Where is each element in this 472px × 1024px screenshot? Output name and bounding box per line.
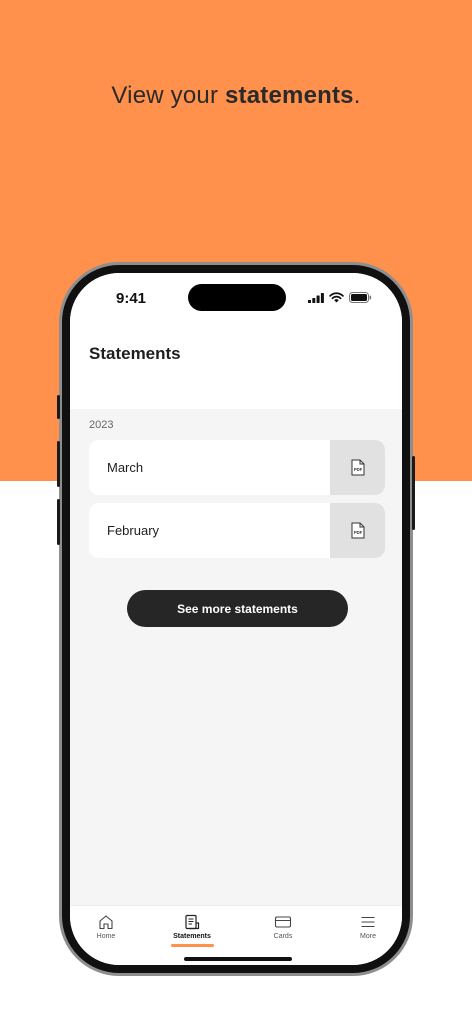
tab-cards[interactable]: Cards bbox=[253, 914, 313, 950]
headline-emphasis: statements bbox=[225, 82, 354, 109]
home-indicator[interactable] bbox=[184, 957, 292, 961]
wifi-icon bbox=[329, 292, 344, 303]
statement-item-february[interactable]: February PDF bbox=[89, 503, 385, 558]
phone-volume-down-button bbox=[57, 499, 60, 545]
cellular-icon bbox=[308, 292, 324, 303]
page-title: Statements bbox=[89, 344, 181, 363]
tab-more[interactable]: More bbox=[338, 914, 398, 950]
phone-volume-up-button bbox=[57, 441, 60, 487]
tab-label: Home bbox=[96, 933, 116, 940]
headline-suffix: . bbox=[353, 82, 361, 109]
dynamic-island bbox=[188, 284, 286, 311]
pdf-download-button[interactable]: PDF bbox=[330, 503, 385, 558]
pdf-icon: PDF bbox=[351, 522, 364, 539]
phone-power-button bbox=[412, 456, 415, 530]
menu-icon bbox=[361, 916, 375, 928]
see-more-statements-button[interactable]: See more statements bbox=[127, 590, 348, 627]
pdf-download-button[interactable]: PDF bbox=[330, 440, 385, 495]
svg-text:PDF: PDF bbox=[353, 530, 362, 535]
status-icons bbox=[308, 292, 372, 303]
tab-bar: Home Statements Cards More bbox=[70, 905, 402, 965]
headline: View your statements. bbox=[0, 82, 472, 110]
home-icon bbox=[99, 915, 113, 930]
statement-item-march[interactable]: March PDF bbox=[89, 440, 385, 495]
tab-label: Cards bbox=[273, 933, 293, 940]
tab-label: More bbox=[360, 933, 376, 940]
statements-icon bbox=[185, 914, 200, 930]
svg-text:PDF: PDF bbox=[353, 467, 362, 472]
phone-action-button bbox=[57, 395, 60, 419]
active-tab-indicator bbox=[171, 944, 214, 947]
year-label: 2023 bbox=[89, 419, 114, 431]
status-time: 9:41 bbox=[116, 290, 147, 307]
headline-prefix: View your bbox=[111, 82, 225, 109]
statement-label: February bbox=[107, 523, 160, 538]
tab-label: Statements bbox=[173, 933, 211, 940]
tab-home[interactable]: Home bbox=[76, 914, 136, 950]
pdf-icon: PDF bbox=[351, 459, 364, 476]
card-icon bbox=[274, 916, 292, 928]
statement-label: March bbox=[107, 460, 144, 475]
battery-icon bbox=[349, 292, 372, 303]
phone-screen: 9:41 Statements 2023 March PDF February … bbox=[70, 273, 402, 965]
app-header: 9:41 Statements bbox=[70, 273, 402, 409]
